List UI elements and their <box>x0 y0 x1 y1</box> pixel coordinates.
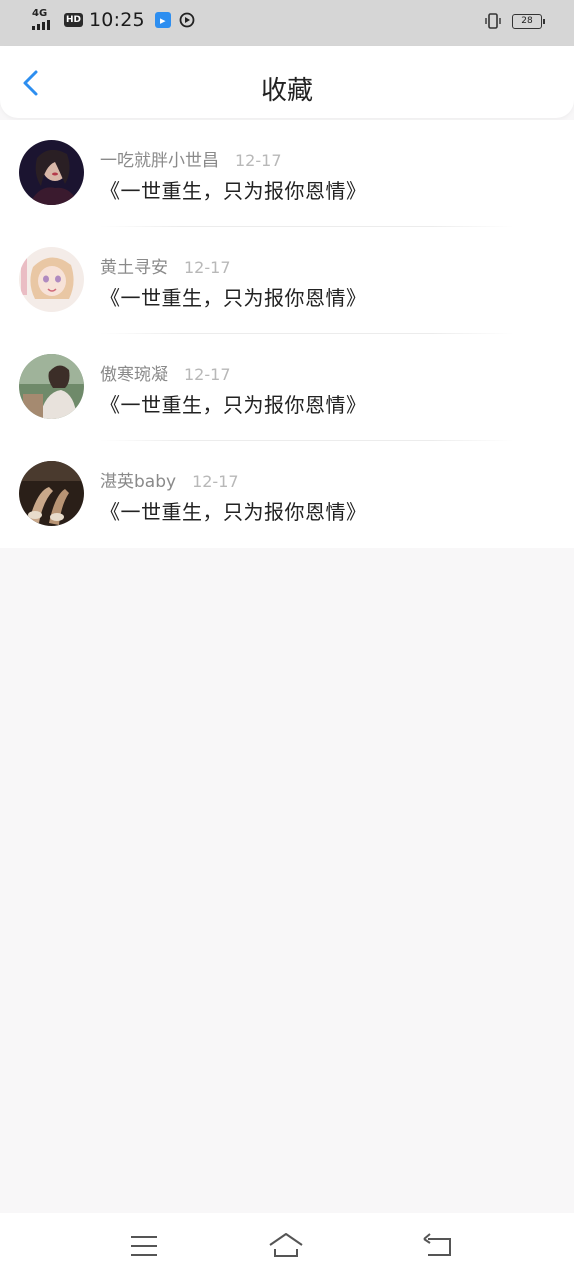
app-notification-icon: ▸ <box>154 12 171 28</box>
hd-icon: HD <box>64 13 84 27</box>
item-meta: 一吃就胖小世昌 12-17 <box>100 146 282 171</box>
avatar[interactable] <box>19 247 84 312</box>
play-notification-icon <box>179 12 195 28</box>
home-icon[interactable] <box>268 1231 304 1261</box>
navigation-bar <box>0 1213 574 1280</box>
favorites-list: 一吃就胖小世昌 12-17 《一世重生，只为报你恩情》 黄土寻安 12-17 《… <box>0 120 574 548</box>
status-left: 4G HD 10:25 ▸ <box>32 8 195 31</box>
menu-icon[interactable] <box>126 1231 162 1261</box>
item-content[interactable]: 《一世重生，只为报你恩情》 <box>100 175 367 204</box>
item-meta: 湛英baby 12-17 <box>100 467 239 492</box>
vibrate-icon <box>485 13 501 29</box>
back-icon[interactable] <box>420 1231 456 1261</box>
status-time: 10:25 <box>89 9 145 31</box>
item-date: 12-17 <box>192 472 239 491</box>
item-content[interactable]: 《一世重生，只为报你恩情》 <box>100 282 367 311</box>
favorite-item[interactable]: 湛英baby 12-17 《一世重生，只为报你恩情》 <box>0 441 574 548</box>
item-date: 12-17 <box>184 258 231 277</box>
favorite-item[interactable]: 一吃就胖小世昌 12-17 《一世重生，只为报你恩情》 <box>0 120 574 227</box>
avatar[interactable] <box>19 140 84 205</box>
network-type: 4G <box>32 8 48 19</box>
page-title: 收藏 <box>260 76 313 106</box>
item-meta: 傲寒琬凝 12-17 <box>100 360 231 385</box>
item-content[interactable]: 《一世重生，只为报你恩情》 <box>100 389 367 418</box>
avatar[interactable] <box>19 461 84 526</box>
item-date: 12-17 <box>235 151 282 170</box>
item-date: 12-17 <box>184 365 231 384</box>
battery-icon: 28 <box>512 13 545 29</box>
signal-icon: 4G <box>32 8 58 30</box>
avatar[interactable] <box>19 354 84 419</box>
username[interactable]: 傲寒琬凝 <box>100 360 168 385</box>
header-bar: 收藏 <box>0 46 574 118</box>
username[interactable]: 黄土寻安 <box>100 253 168 278</box>
item-meta: 黄土寻安 12-17 <box>100 253 231 278</box>
username[interactable]: 湛英baby <box>100 467 176 492</box>
favorite-item[interactable]: 傲寒琬凝 12-17 《一世重生，只为报你恩情》 <box>0 334 574 441</box>
favorite-item[interactable]: 黄土寻安 12-17 《一世重生，只为报你恩情》 <box>0 227 574 334</box>
status-bar: 4G HD 10:25 ▸ 28 <box>0 0 574 46</box>
item-content[interactable]: 《一世重生，只为报你恩情》 <box>100 496 367 525</box>
username[interactable]: 一吃就胖小世昌 <box>100 146 219 171</box>
status-right: 28 <box>484 12 545 30</box>
battery-level: 28 <box>521 15 533 26</box>
